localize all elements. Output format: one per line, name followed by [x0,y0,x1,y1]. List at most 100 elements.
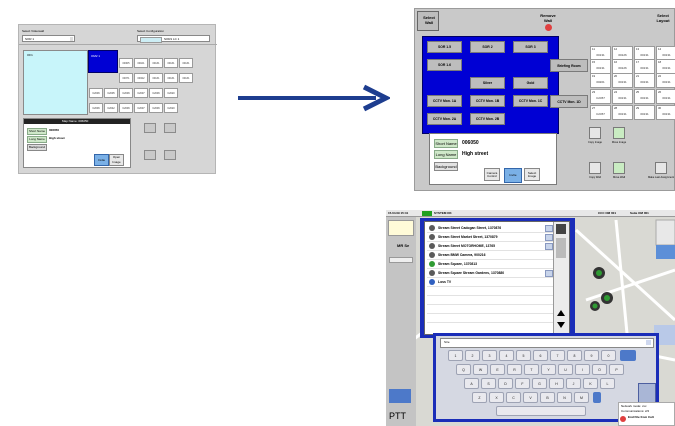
open-image-button[interactable]: Open Image [109,154,124,166]
group-cctv-2a[interactable]: CCTV Mon. 2A [427,113,462,125]
monitor-cell[interactable]: C2007 [134,103,148,113]
key-l[interactable]: L [600,378,615,389]
monitor-cell[interactable]: 15 00131 [590,59,611,74]
select-videowall-dropdown[interactable]: SOR 1 [22,35,75,42]
locate-icon[interactable] [545,270,553,277]
key-4[interactable]: 4 [499,350,514,361]
key-x[interactable]: X [489,392,504,403]
key-5[interactable]: 5 [516,350,531,361]
side-field[interactable] [389,257,413,263]
list-item[interactable]: Stream Square Stream Gardens, 1370880 [427,269,555,278]
arrow-left-icon[interactable] [389,389,411,403]
copy-image-icon[interactable] [144,123,156,133]
monitor-cell[interactable]: 27 C2457 [590,105,611,120]
key-m[interactable]: M [574,392,589,403]
list-item[interactable]: Stream Square, 1370813 [427,260,555,269]
key-t[interactable]: T [524,364,539,375]
key-2[interactable]: 2 [465,350,480,361]
monitor-preview[interactable]: OF1 [23,50,88,115]
background-button[interactable]: Background [434,162,458,171]
monitor-cell[interactable]: 30 00131 [656,105,675,120]
key-3[interactable]: 3 [482,350,497,361]
list-scrollbar[interactable] [553,222,569,334]
key-7[interactable]: 7 [550,350,565,361]
monitor-cell[interactable]: 00131 [179,73,193,83]
incident-card[interactable] [388,220,414,236]
key-g[interactable]: G [532,378,547,389]
monitor-cell[interactable]: C2007 [134,88,148,98]
monitor-cell[interactable]: 17 00131 [634,59,655,74]
scroll-top-button[interactable] [556,224,566,234]
key-n[interactable]: N [557,392,572,403]
key-h[interactable]: H [549,378,564,389]
key-0[interactable]: 0 [601,350,616,361]
group-sor-1-6[interactable]: SOR 1.6 [427,59,462,71]
group-cctv-1a[interactable]: CCTV Mon. 1A [427,95,462,107]
group-silver[interactable]: Silver [470,77,505,89]
group-sor-2[interactable]: SOR 2 [470,41,505,53]
key-o[interactable]: O [592,364,607,375]
monitor-cell[interactable]: 26 00131 [656,89,675,104]
group-sor-3[interactable]: SOR 3 [513,41,548,53]
key-c[interactable]: C [506,392,521,403]
backspace-icon[interactable] [620,350,636,361]
monitor-cell[interactable]: C2006 [89,103,103,113]
monitor-cell[interactable]: 00371 [119,73,133,83]
group-cctv-1c[interactable]: CCTV Mon. 1C [513,95,548,107]
monitor-cell[interactable]: C2005 [104,88,118,98]
invite-button[interactable]: Invite [94,154,109,166]
selected-monitor-cell[interactable]: OM2 1 [88,50,118,73]
monitor-cell[interactable]: 22 00131 [656,73,675,88]
scroll-up-icon[interactable] [557,310,565,316]
move-wall-button[interactable]: Move Wall [605,162,633,190]
key-s[interactable]: S [481,378,496,389]
monitor-cell[interactable]: 18 00131 [656,59,675,74]
key-e[interactable]: E [490,364,505,375]
key-f[interactable]: F [515,378,530,389]
monitor-cell[interactable]: 29 00131 [634,105,655,120]
monitor-cell[interactable]: 21 00131 [634,73,655,88]
monitor-cell[interactable]: 00131 [179,58,193,68]
key-r[interactable]: R [507,364,522,375]
locate-icon[interactable] [545,234,553,241]
clear-icon[interactable] [646,340,651,345]
key-8[interactable]: 8 [567,350,582,361]
key-p[interactable]: P [609,364,624,375]
monitor-cell[interactable]: C2006 [119,103,133,113]
monitor-cell[interactable]: C2020 [164,103,178,113]
move-image-icon[interactable] [164,123,176,133]
ptt-button[interactable]: PTT [389,412,406,421]
monitor-cell[interactable]: C2006 [89,88,103,98]
group-cctv-1b[interactable]: CCTV Mon. 1B [470,95,505,107]
key-y[interactable]: Y [541,364,556,375]
key-1[interactable]: 1 [448,350,463,361]
list-item[interactable]: Loss TV [427,278,555,287]
list-item[interactable]: Stream Street Market Street, 1370879 [427,233,555,242]
key-k[interactable]: K [583,378,598,389]
key-6[interactable]: 6 [533,350,548,361]
select-config-dropdown[interactable]: SOR1 LC 1 [137,35,210,43]
monitor-cell[interactable]: C2006 [149,88,163,98]
monitor-cell[interactable]: 00131 [149,73,163,83]
key-w[interactable]: W [473,364,488,375]
scroll-down-icon[interactable] [557,322,565,328]
group-briefing-room[interactable]: Briefing Room [550,59,588,72]
monitor-cell[interactable]: 20 00131 [612,73,633,88]
monitor-cell[interactable]: 16 00126 [612,59,633,74]
scroll-thumb[interactable] [556,238,566,258]
key-j[interactable]: J [566,378,581,389]
key-v[interactable]: V [523,392,538,403]
monitor-cell[interactable]: C2006 [119,88,133,98]
monitor-cell[interactable]: C2042 [104,103,118,113]
monitor-cell[interactable]: 23 C2457 [590,89,611,104]
monitor-cell[interactable]: 19 00201 [590,73,611,88]
group-sor-1-5[interactable]: SOR 1.5 [427,41,462,53]
list-item[interactable]: Stream Street Cadogan Street, 1370876 [427,224,555,233]
space-key[interactable] [496,406,586,416]
make-last-assignment-button[interactable]: Make Last Assignment [647,162,675,190]
monitor-cell[interactable]: 24 00131 [612,89,633,104]
key-i[interactable]: I [575,364,590,375]
background-button[interactable]: Background [27,144,47,151]
copy-wall-icon[interactable] [144,150,156,160]
monitor-cell[interactable]: 00305 [119,58,133,68]
